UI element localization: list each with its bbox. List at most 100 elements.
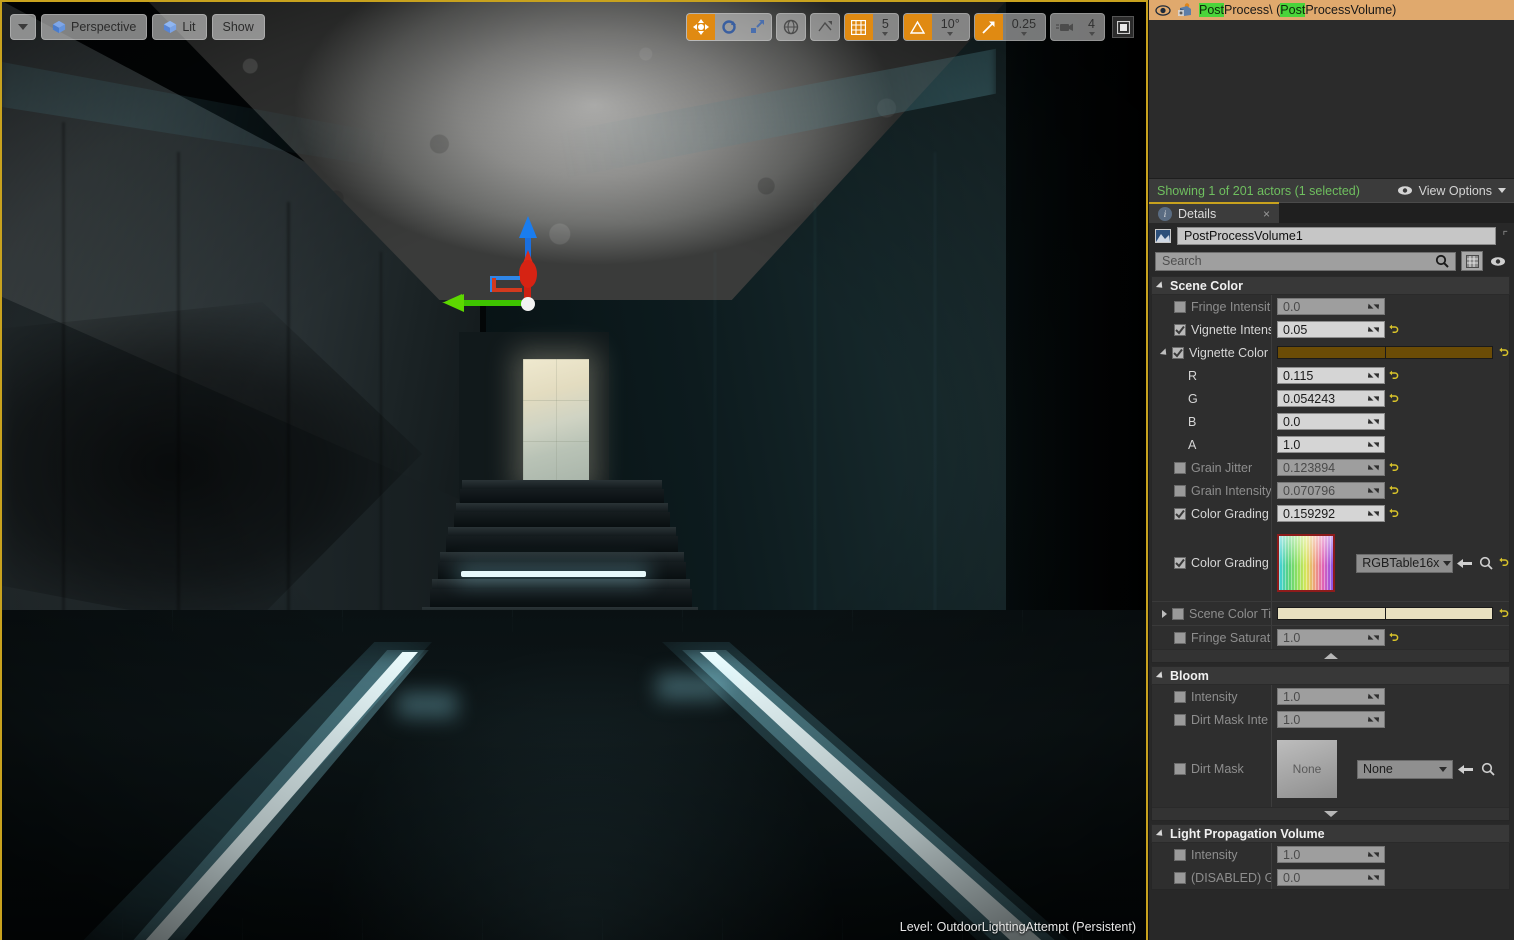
property-override-checkbox[interactable]: [1174, 848, 1186, 861]
property-override-checkbox[interactable]: [1174, 690, 1186, 703]
display-options-button[interactable]: [1461, 251, 1483, 271]
grid-snap-toggle[interactable]: [844, 14, 873, 40]
asset-picker-dropdown[interactable]: RGBTable16x: [1356, 553, 1453, 573]
spinner-icon[interactable]: [1368, 714, 1379, 725]
reset-to-default-icon[interactable]: [1389, 324, 1399, 336]
expand-triangle-icon[interactable]: [1159, 347, 1170, 358]
scale-mode-button[interactable]: [743, 14, 771, 40]
angle-snap-toggle[interactable]: [903, 14, 932, 40]
reset-to-default-icon[interactable]: [1389, 632, 1399, 644]
property-override-checkbox[interactable]: [1174, 871, 1186, 884]
reset-to-default-icon[interactable]: [1389, 508, 1399, 520]
numeric-input[interactable]: 0.0: [1277, 298, 1385, 315]
viewport-options-menu[interactable]: [10, 14, 36, 40]
numeric-input[interactable]: 0.123894: [1277, 459, 1385, 476]
details-property-list[interactable]: Scene Color Fringe Intensit 0.0 Vignette In…: [1149, 273, 1514, 940]
category-header[interactable]: Scene Color: [1151, 276, 1510, 295]
scale-snap-group[interactable]: 0.25: [973, 13, 1047, 41]
show-hidden-properties-button[interactable]: [1488, 251, 1508, 271]
property-override-checkbox[interactable]: [1174, 763, 1186, 775]
numeric-input[interactable]: 0.054243: [1277, 390, 1385, 407]
surface-snap-button[interactable]: [811, 14, 839, 40]
viewport-show-button[interactable]: Show: [211, 14, 265, 40]
use-selected-asset-button[interactable]: [1457, 760, 1475, 778]
property-override-checkbox[interactable]: [1174, 713, 1186, 726]
property-override-checkbox[interactable]: [1172, 346, 1184, 359]
reset-to-default-icon[interactable]: [1499, 347, 1509, 359]
numeric-input[interactable]: 1.0: [1277, 629, 1385, 646]
numeric-input[interactable]: 0.0: [1277, 869, 1385, 886]
property-override-checkbox[interactable]: [1174, 557, 1186, 569]
reset-to-default-icon[interactable]: [1389, 393, 1399, 405]
spinner-icon[interactable]: [1368, 691, 1379, 702]
numeric-input[interactable]: 1.0: [1277, 846, 1385, 863]
expand-triangle-icon[interactable]: [1162, 609, 1167, 618]
property-override-checkbox[interactable]: [1174, 484, 1186, 497]
grid-snap-group[interactable]: 5: [843, 13, 899, 41]
scale-snap-toggle[interactable]: [974, 14, 1003, 40]
world-coordinate-button[interactable]: [777, 14, 805, 40]
tab-details[interactable]: i Details ×: [1149, 202, 1279, 223]
property-override-checkbox[interactable]: [1174, 461, 1186, 474]
reset-to-default-icon[interactable]: [1499, 557, 1509, 569]
spinner-icon[interactable]: [1368, 439, 1379, 450]
scale-snap-value-dropdown[interactable]: 0.25: [1003, 14, 1045, 40]
property-override-checkbox[interactable]: [1174, 507, 1186, 520]
viewport-perspective-button[interactable]: Perspective: [41, 14, 148, 40]
reset-to-default-icon[interactable]: [1389, 462, 1399, 474]
rotate-mode-button[interactable]: [715, 14, 743, 40]
category-expander-button[interactable]: [1152, 649, 1509, 662]
level-viewport[interactable]: Perspective Lit Show 5 10° 0.25 4 Level:…: [0, 0, 1148, 940]
viewport-toolbar-right[interactable]: 5 10° 0.25 4: [685, 13, 1134, 41]
category-header[interactable]: Bloom: [1151, 666, 1510, 685]
property-override-checkbox[interactable]: [1174, 323, 1186, 336]
reset-to-default-icon[interactable]: [1499, 608, 1509, 620]
actor-name-field[interactable]: PostProcessVolume1: [1177, 227, 1497, 245]
spinner-icon[interactable]: [1368, 462, 1379, 473]
color-swatch[interactable]: [1277, 346, 1493, 359]
angle-snap-group[interactable]: 10°: [902, 13, 970, 41]
numeric-input[interactable]: 0.070796: [1277, 482, 1385, 499]
spinner-icon[interactable]: [1368, 849, 1379, 860]
spinner-icon[interactable]: [1368, 508, 1379, 519]
spinner-icon[interactable]: [1368, 872, 1379, 883]
numeric-input[interactable]: 1.0: [1277, 436, 1385, 453]
translate-mode-button[interactable]: [686, 14, 715, 40]
outliner-list-area[interactable]: [1149, 20, 1514, 178]
browse-to-asset-button[interactable]: [1478, 554, 1495, 572]
outliner-view-options-button[interactable]: View Options: [1397, 184, 1506, 198]
grid-snap-value-dropdown[interactable]: 5: [873, 14, 898, 40]
property-override-checkbox[interactable]: [1172, 607, 1184, 620]
numeric-input[interactable]: 0.05: [1277, 321, 1385, 338]
category-expander-button[interactable]: [1152, 807, 1509, 820]
spinner-icon[interactable]: [1368, 393, 1379, 404]
transform-mode-group[interactable]: [685, 13, 772, 41]
spinner-icon[interactable]: [1368, 416, 1379, 427]
spinner-icon[interactable]: [1368, 485, 1379, 496]
reset-to-default-icon[interactable]: [1389, 370, 1399, 382]
use-selected-asset-button[interactable]: [1457, 554, 1474, 572]
coordinate-system-group[interactable]: [775, 13, 806, 41]
camera-speed-group[interactable]: 4: [1050, 13, 1105, 41]
visibility-eye-icon[interactable]: [1155, 4, 1171, 17]
browse-to-asset-button[interactable]: [1479, 760, 1497, 778]
transform-gizmo[interactable]: [440, 216, 550, 316]
close-icon[interactable]: ×: [1263, 207, 1270, 221]
camera-speed-button[interactable]: [1051, 14, 1079, 40]
category-header[interactable]: Light Propagation Volume: [1151, 824, 1510, 843]
surface-snap-group[interactable]: [809, 13, 840, 41]
property-override-checkbox[interactable]: [1174, 300, 1186, 313]
spinner-icon[interactable]: [1368, 370, 1379, 381]
spinner-icon[interactable]: [1368, 301, 1379, 312]
maximize-viewport-button[interactable]: [1112, 16, 1134, 38]
numeric-input[interactable]: 0.115: [1277, 367, 1385, 384]
viewport-toolbar-left[interactable]: Perspective Lit Show: [10, 14, 265, 40]
numeric-input[interactable]: 1.0: [1277, 711, 1385, 728]
numeric-input[interactable]: 0.159292: [1277, 505, 1385, 522]
spinner-icon[interactable]: [1368, 324, 1379, 335]
viewport-3d-scene[interactable]: [2, 2, 1146, 940]
asset-thumbnail[interactable]: None: [1277, 740, 1337, 798]
outliner-row-postprocessvolume[interactable]: PostProcess\ (PostProcessVolume): [1149, 0, 1514, 20]
angle-snap-value-dropdown[interactable]: 10°: [932, 14, 969, 40]
asset-picker-dropdown[interactable]: None: [1357, 759, 1453, 779]
